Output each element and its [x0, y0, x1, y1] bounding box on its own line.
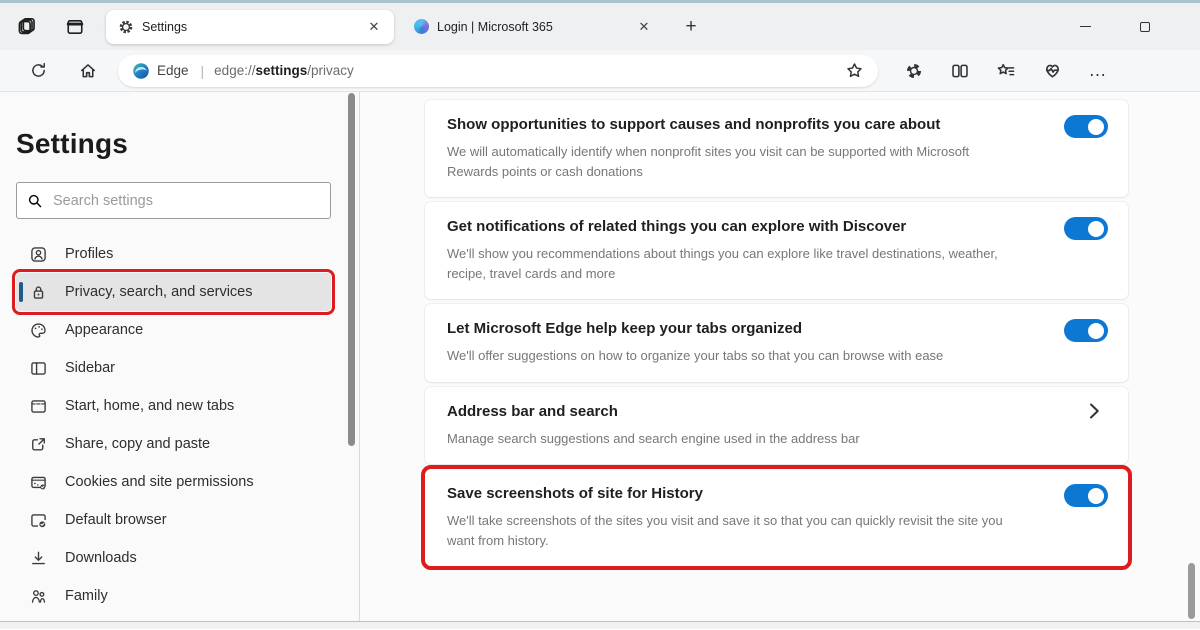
cookies-icon: [30, 474, 47, 491]
minimize-icon[interactable]: [1068, 10, 1102, 44]
toggle-switch[interactable]: [1064, 217, 1108, 240]
sidebar-item-profiles[interactable]: Profiles: [16, 235, 331, 273]
setting-card-save-screenshots-of-site-for-history: Save screenshots of site for History We'…: [425, 469, 1128, 566]
download-icon: [30, 550, 47, 567]
site-label: Edge: [157, 63, 189, 78]
palette-icon: [30, 322, 47, 339]
settings-content: Show opportunities to support causes and…: [360, 92, 1200, 621]
chevron-right-icon[interactable]: [1084, 401, 1104, 421]
page-title: Settings: [16, 128, 331, 160]
toggle-switch[interactable]: [1064, 115, 1108, 138]
sidebar-scrollbar-thumb[interactable]: [348, 93, 355, 446]
site-chip[interactable]: Edge: [132, 62, 189, 80]
setting-title: Address bar and search: [447, 403, 1008, 420]
tab-title: Login | Microsoft 365: [437, 20, 626, 34]
sidebar-item-label: Downloads: [65, 550, 137, 566]
setting-description: We'll offer suggestions on how to organi…: [447, 346, 1008, 366]
setting-card-show-opportunities-to-support-causes-and: Show opportunities to support causes and…: [425, 100, 1128, 197]
setting-title: Save screenshots of site for History: [447, 485, 1008, 502]
person-icon: [30, 246, 47, 263]
sidebar-item-label: Family: [65, 588, 108, 604]
setting-title: Let Microsoft Edge help keep your tabs o…: [447, 320, 1008, 337]
address-bar[interactable]: Edge | edge://settings/privacy: [118, 55, 878, 87]
setting-description: We will automatically identify when nonp…: [447, 142, 1008, 181]
more-menu-icon[interactable]: …: [1082, 55, 1114, 87]
setting-card-address-bar-and-search: Address bar and search Manage search sug…: [425, 387, 1128, 465]
sidebar-item-downloads[interactable]: Downloads: [16, 539, 331, 577]
setting-card-get-notifications-of-related-things-you-: Get notifications of related things you …: [425, 202, 1128, 299]
settings-cards: Show opportunities to support causes and…: [425, 100, 1128, 566]
tab-m365-login[interactable]: Login | Microsoft 365 ✕: [402, 10, 664, 44]
toolbar-actions: …: [884, 55, 1114, 87]
sidebar-nav: Profiles Privacy, search, and services A…: [16, 235, 331, 615]
sidebar-item-label: Appearance: [65, 322, 143, 338]
toggle-switch[interactable]: [1064, 319, 1108, 342]
setting-description: We'll take screenshots of the sites you …: [447, 511, 1008, 550]
sidebar-item-privacy-search-and-services[interactable]: Privacy, search, and services: [16, 273, 331, 311]
tab-actions-icon[interactable]: [58, 10, 92, 44]
favorites-list-icon[interactable]: [990, 55, 1022, 87]
settings-sidebar: Settings Profiles Privacy, search, and s…: [0, 92, 360, 621]
home-icon[interactable]: [72, 55, 104, 87]
app-body: Settings Profiles Privacy, search, and s…: [0, 92, 1200, 621]
sidebar-item-label: Default browser: [65, 512, 167, 528]
browser-window: Settings ✕ Login | Microsoft 365 ✕ +: [0, 0, 1200, 630]
search-input[interactable]: [53, 193, 320, 209]
toolbar: Edge | edge://settings/privacy: [0, 50, 1200, 92]
sidebar-item-family[interactable]: Family: [16, 577, 331, 615]
sidebar-item-label: Cookies and site permissions: [65, 474, 254, 490]
sidebar-item-label: Share, copy and paste: [65, 436, 210, 452]
browser-check-icon: [30, 512, 47, 529]
sidebar-item-appearance[interactable]: Appearance: [16, 311, 331, 349]
edge-logo-icon: [132, 62, 150, 80]
divider: |: [201, 63, 205, 79]
sidebar-item-default-browser[interactable]: Default browser: [16, 501, 331, 539]
m365-logo-icon: [414, 19, 429, 34]
setting-description: We'll show you recommendations about thi…: [447, 244, 1008, 283]
home-tabs-icon: [30, 398, 47, 415]
sidebar-icon: [30, 360, 47, 377]
sidebar-item-label: Privacy, search, and services: [65, 284, 253, 300]
sidebar-item-cookies-and-site-permissions[interactable]: Cookies and site permissions: [16, 463, 331, 501]
window-controls: [1068, 10, 1200, 44]
maximize-icon[interactable]: [1128, 10, 1162, 44]
sidebar-item-start-home-and-new-tabs[interactable]: Start, home, and new tabs: [16, 387, 331, 425]
gear-icon: [118, 19, 134, 35]
family-icon: [30, 588, 47, 605]
close-tab-icon[interactable]: ✕: [364, 17, 384, 37]
close-tab-icon[interactable]: ✕: [634, 17, 654, 37]
setting-description: Manage search suggestions and search eng…: [447, 429, 1008, 449]
content-scrollbar-thumb[interactable]: [1188, 563, 1195, 619]
window-bottom-edge: [0, 621, 1200, 629]
tab-title: Settings: [142, 20, 356, 34]
setting-title: Show opportunities to support causes and…: [447, 116, 1008, 133]
url-text: edge://settings/privacy: [214, 63, 838, 78]
workspaces-icon[interactable]: [10, 10, 44, 44]
split-screen-icon[interactable]: [944, 55, 976, 87]
tab-strip: Settings ✕ Login | Microsoft 365 ✕ +: [0, 3, 1200, 50]
refresh-icon[interactable]: [22, 55, 54, 87]
browser-essentials-icon[interactable]: [1036, 55, 1068, 87]
settings-search-box[interactable]: [16, 182, 331, 219]
tab-settings[interactable]: Settings ✕: [106, 10, 394, 44]
sidebar-item-share-copy-and-paste[interactable]: Share, copy and paste: [16, 425, 331, 463]
new-tab-icon[interactable]: +: [674, 10, 708, 44]
setting-card-let-microsoft-edge-help-keep-your-tabs-o: Let Microsoft Edge help keep your tabs o…: [425, 304, 1128, 382]
sidebar-item-sidebar[interactable]: Sidebar: [16, 349, 331, 387]
extensions-icon[interactable]: [898, 55, 930, 87]
share-icon: [30, 436, 47, 453]
sidebar-item-label: Start, home, and new tabs: [65, 398, 234, 414]
favorite-star-icon[interactable]: [838, 55, 870, 87]
search-icon: [27, 193, 43, 209]
toggle-switch[interactable]: [1064, 484, 1108, 507]
setting-title: Get notifications of related things you …: [447, 218, 1008, 235]
sidebar-item-label: Sidebar: [65, 360, 115, 376]
sidebar-item-label: Profiles: [65, 246, 113, 262]
lock-icon: [30, 284, 47, 301]
